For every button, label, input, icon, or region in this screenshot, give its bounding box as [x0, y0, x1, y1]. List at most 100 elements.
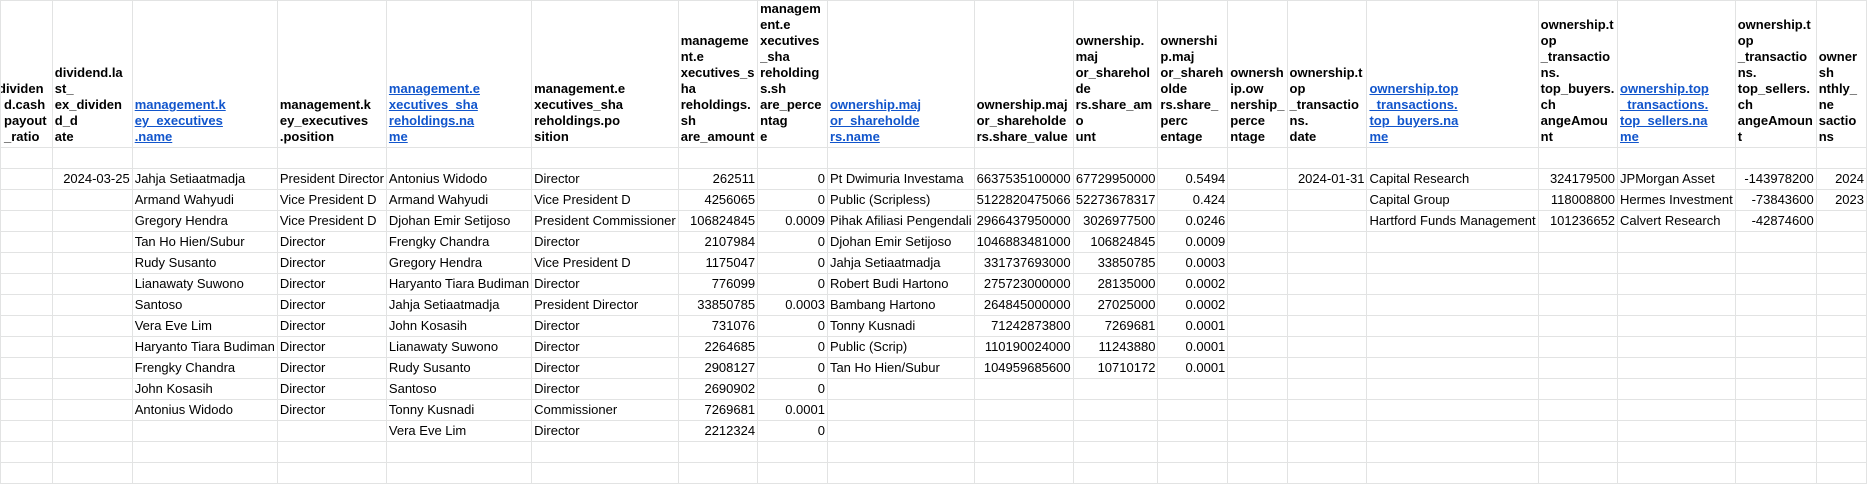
cell[interactable]: -143978200 [1734, 168, 1817, 190]
cell[interactable] [1072, 147, 1159, 169]
cell[interactable]: 4256065 [677, 189, 759, 211]
cell[interactable] [1537, 315, 1619, 337]
cell[interactable]: 3026977500 [1072, 210, 1159, 232]
cell[interactable]: President Director [531, 294, 679, 316]
cell[interactable] [973, 441, 1074, 463]
cell[interactable] [1286, 420, 1368, 442]
cell[interactable] [1286, 252, 1368, 274]
header-cell[interactable]: dividend.cash payout_ratio [0, 0, 53, 148]
cell[interactable] [51, 147, 133, 169]
header-label[interactable]: ownership.top _transactions. top_sellers.n… [1620, 81, 1709, 144]
cell[interactable] [1286, 273, 1368, 295]
cell[interactable]: 11243880 [1072, 336, 1159, 358]
cell[interactable] [131, 420, 278, 442]
cell[interactable] [51, 336, 133, 358]
cell[interactable]: 118008800 [1537, 189, 1619, 211]
cell[interactable] [1815, 399, 1867, 421]
cell[interactable]: Robert Budi Hartono [826, 273, 975, 295]
cell[interactable]: Vice President D [276, 189, 387, 211]
cell[interactable] [973, 420, 1074, 442]
cell[interactable] [826, 420, 975, 442]
cell[interactable] [0, 147, 53, 169]
cell[interactable] [0, 189, 53, 211]
cell[interactable]: Director [276, 378, 387, 400]
cell[interactable] [1815, 441, 1867, 463]
cell[interactable]: Jahja Setiaatmadja [385, 294, 533, 316]
cell[interactable]: Santoso [385, 378, 533, 400]
cell[interactable]: 2908127 [677, 357, 759, 379]
cell[interactable]: 33850785 [1072, 252, 1159, 274]
cell[interactable] [1366, 273, 1539, 295]
cell[interactable]: 27025000 [1072, 294, 1159, 316]
cell[interactable]: Pt Dwimuria Investama [826, 168, 975, 190]
cell[interactable] [1734, 462, 1817, 484]
cell[interactable] [51, 462, 133, 484]
cell[interactable]: Frengky Chandra [131, 357, 278, 379]
cell[interactable]: 0.0001 [757, 399, 828, 421]
cell[interactable] [531, 147, 679, 169]
cell[interactable]: Vice President D [531, 189, 679, 211]
cell[interactable] [1815, 357, 1867, 379]
cell[interactable]: 0.0002 [1157, 294, 1229, 316]
cell[interactable] [51, 420, 133, 442]
cell[interactable] [51, 252, 133, 274]
cell[interactable] [1286, 210, 1368, 232]
cell[interactable]: Bambang Hartono [826, 294, 975, 316]
cell[interactable]: 2212324 [677, 420, 759, 442]
cell[interactable] [276, 441, 387, 463]
cell[interactable] [1734, 294, 1817, 316]
cell[interactable] [385, 462, 533, 484]
header-cell[interactable]: ownership.maj or_shareholde rs.share_perc e… [1157, 0, 1229, 148]
cell[interactable] [276, 462, 387, 484]
cell[interactable] [1366, 315, 1539, 337]
cell[interactable] [1157, 441, 1229, 463]
cell[interactable] [1366, 462, 1539, 484]
cell[interactable]: 324179500 [1537, 168, 1619, 190]
cell[interactable]: 0 [757, 357, 828, 379]
cell[interactable] [1227, 336, 1288, 358]
header-cell[interactable]: ownership.maj or_shareholde rs.name [826, 0, 975, 148]
cell[interactable] [385, 147, 533, 169]
cell[interactable] [1072, 441, 1159, 463]
cell[interactable]: 7269681 [677, 399, 759, 421]
cell[interactable] [1815, 420, 1867, 442]
cell[interactable] [1227, 420, 1288, 442]
header-cell[interactable]: ownership.ow nership_perce ntage [1227, 0, 1288, 148]
cell[interactable] [826, 462, 975, 484]
header-cell[interactable]: ownership.top _transactions. top_buyers.na… [1366, 0, 1539, 148]
cell[interactable]: Armand Wahyudi [131, 189, 278, 211]
cell[interactable] [1734, 315, 1817, 337]
cell[interactable]: Tan Ho Hien/Subur [131, 231, 278, 253]
cell[interactable] [51, 210, 133, 232]
cell[interactable]: 1175047 [677, 252, 759, 274]
cell[interactable]: 7269681 [1072, 315, 1159, 337]
spreadsheet-grid[interactable]: dividend.cash payout_ratio dividend.last_ e… [0, 0, 1867, 484]
cell[interactable]: John Kosasih [131, 378, 278, 400]
cell[interactable]: 0.0001 [1157, 336, 1229, 358]
cell[interactable]: 110190024000 [973, 336, 1074, 358]
cell[interactable]: Hermes Investment [1617, 189, 1736, 211]
cell[interactable]: 0.0003 [757, 294, 828, 316]
cell[interactable]: Director [531, 273, 679, 295]
cell[interactable] [1286, 462, 1368, 484]
cell[interactable] [1537, 399, 1619, 421]
cell[interactable]: 0.0246 [1157, 210, 1229, 232]
cell[interactable]: 331737693000 [973, 252, 1074, 274]
cell[interactable] [1617, 399, 1736, 421]
header-cell[interactable]: management.k ey_executives .name [131, 0, 278, 148]
cell[interactable]: 0 [757, 189, 828, 211]
cell[interactable] [1815, 147, 1867, 169]
cell[interactable]: 1046883481000 [973, 231, 1074, 253]
cell[interactable] [973, 399, 1074, 421]
cell[interactable] [0, 420, 53, 442]
cell[interactable] [1734, 252, 1817, 274]
cell[interactable] [131, 147, 278, 169]
cell[interactable]: 0.424 [1157, 189, 1229, 211]
cell[interactable] [0, 210, 53, 232]
cell[interactable]: 2690902 [677, 378, 759, 400]
cell[interactable] [1157, 147, 1229, 169]
header-cell[interactable]: ownership.top _transactions. date [1286, 0, 1368, 148]
cell[interactable]: 0 [757, 378, 828, 400]
cell[interactable] [1815, 462, 1867, 484]
cell[interactable] [131, 462, 278, 484]
